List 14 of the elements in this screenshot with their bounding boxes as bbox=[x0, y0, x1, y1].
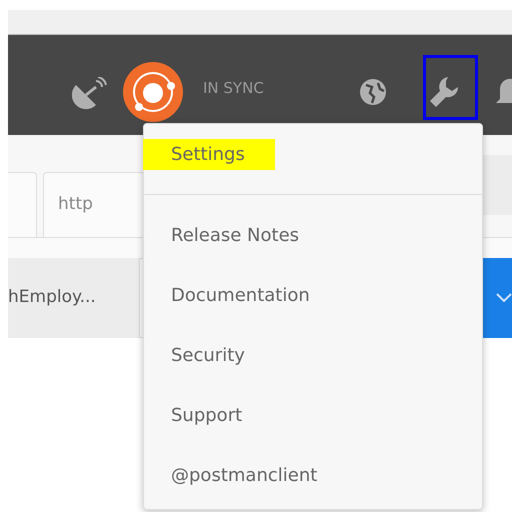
sync-icon[interactable] bbox=[123, 62, 183, 122]
menu-item[interactable]: Release Notes bbox=[143, 220, 330, 250]
globe-icon[interactable] bbox=[358, 77, 388, 107]
satellite-dish-icon[interactable] bbox=[72, 77, 108, 111]
menu-item[interactable]: Support bbox=[143, 400, 272, 430]
sync-status: IN SYNC bbox=[203, 78, 264, 99]
menu-item[interactable]: Settings bbox=[143, 139, 275, 170]
request-field[interactable]: hEmploy... bbox=[8, 258, 140, 338]
menu-item[interactable]: Security bbox=[143, 340, 275, 370]
menu-item[interactable]: Documentation bbox=[143, 280, 340, 310]
request-tab[interactable]: http bbox=[43, 172, 145, 237]
menu-item[interactable]: @postmanclient bbox=[143, 460, 348, 490]
chevron-down-icon bbox=[496, 292, 512, 304]
wrench-icon[interactable] bbox=[428, 75, 460, 109]
